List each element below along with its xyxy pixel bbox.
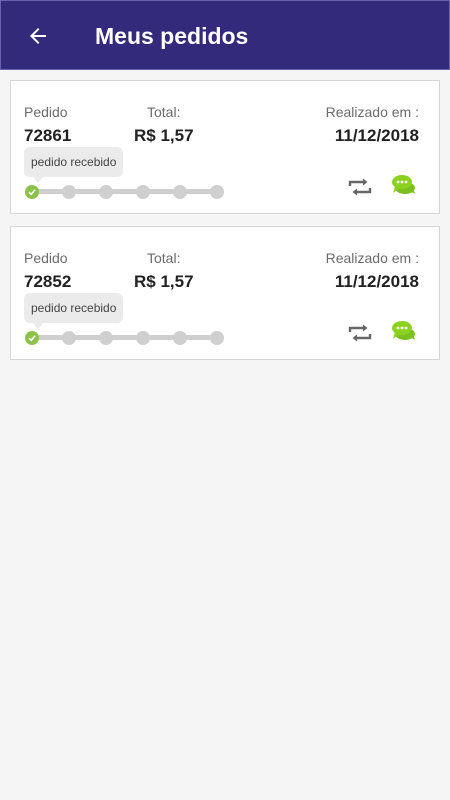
progress-step-pending [210,185,224,199]
reorder-button[interactable] [346,173,374,201]
reorder-button[interactable] [346,319,374,347]
chat-button[interactable] [390,317,418,345]
order-total-label: Total: [147,104,181,120]
progress-step-pending [173,331,187,345]
order-date: 11/12/2018 [334,272,419,291]
order-date-label: Realizado em : [325,104,419,120]
app-bar: Meus pedidos [0,0,450,70]
app-screen: Meus pedidos Pedido 72861 Total: R$ 1,57… [0,0,450,800]
status-tooltip: pedido recebido [24,293,124,323]
repeat-icon [348,324,372,342]
tooltip-arrow [33,323,43,329]
progress-step-done [25,185,39,199]
repeat-icon [348,178,372,196]
order-card[interactable]: Pedido 72861 Total: R$ 1,57 Realizado em… [10,80,440,214]
order-date: 11/12/2018 [334,126,419,145]
chat-bubbles-icon [392,321,415,340]
progress-step-pending [62,185,76,199]
order-total: R$ 1,57 [134,272,194,291]
order-progress [25,330,227,346]
progress-step-done [25,331,39,345]
page-title: Meus pedidos [95,23,249,49]
progress-step-pending [173,185,187,199]
order-progress [25,184,227,200]
back-button[interactable] [23,21,53,51]
progress-step-pending [62,331,76,345]
order-number: 72861 [24,126,72,145]
arrow-left-icon [30,28,46,44]
check-icon [28,335,36,342]
order-number-label: Pedido [24,250,68,266]
order-list: Pedido 72861 Total: R$ 1,57 Realizado em… [10,80,440,372]
progress-step-pending [99,331,113,345]
progress-step-pending [99,185,113,199]
progress-step-pending [136,331,150,345]
progress-step-pending [136,185,150,199]
status-tooltip: pedido recebido [24,147,124,177]
check-icon [28,189,36,196]
tooltip-arrow [33,177,43,183]
chat-bubbles-icon [392,175,415,194]
order-number: 72852 [24,272,72,291]
progress-track [33,335,219,340]
order-number-label: Pedido [24,104,68,120]
order-date-label: Realizado em : [325,250,419,266]
chat-button[interactable] [390,171,418,199]
order-total-label: Total: [147,250,181,266]
progress-step-pending [210,331,224,345]
order-card[interactable]: Pedido 72852 Total: R$ 1,57 Realizado em… [10,226,440,360]
progress-track [33,189,219,194]
order-total: R$ 1,57 [134,126,194,145]
